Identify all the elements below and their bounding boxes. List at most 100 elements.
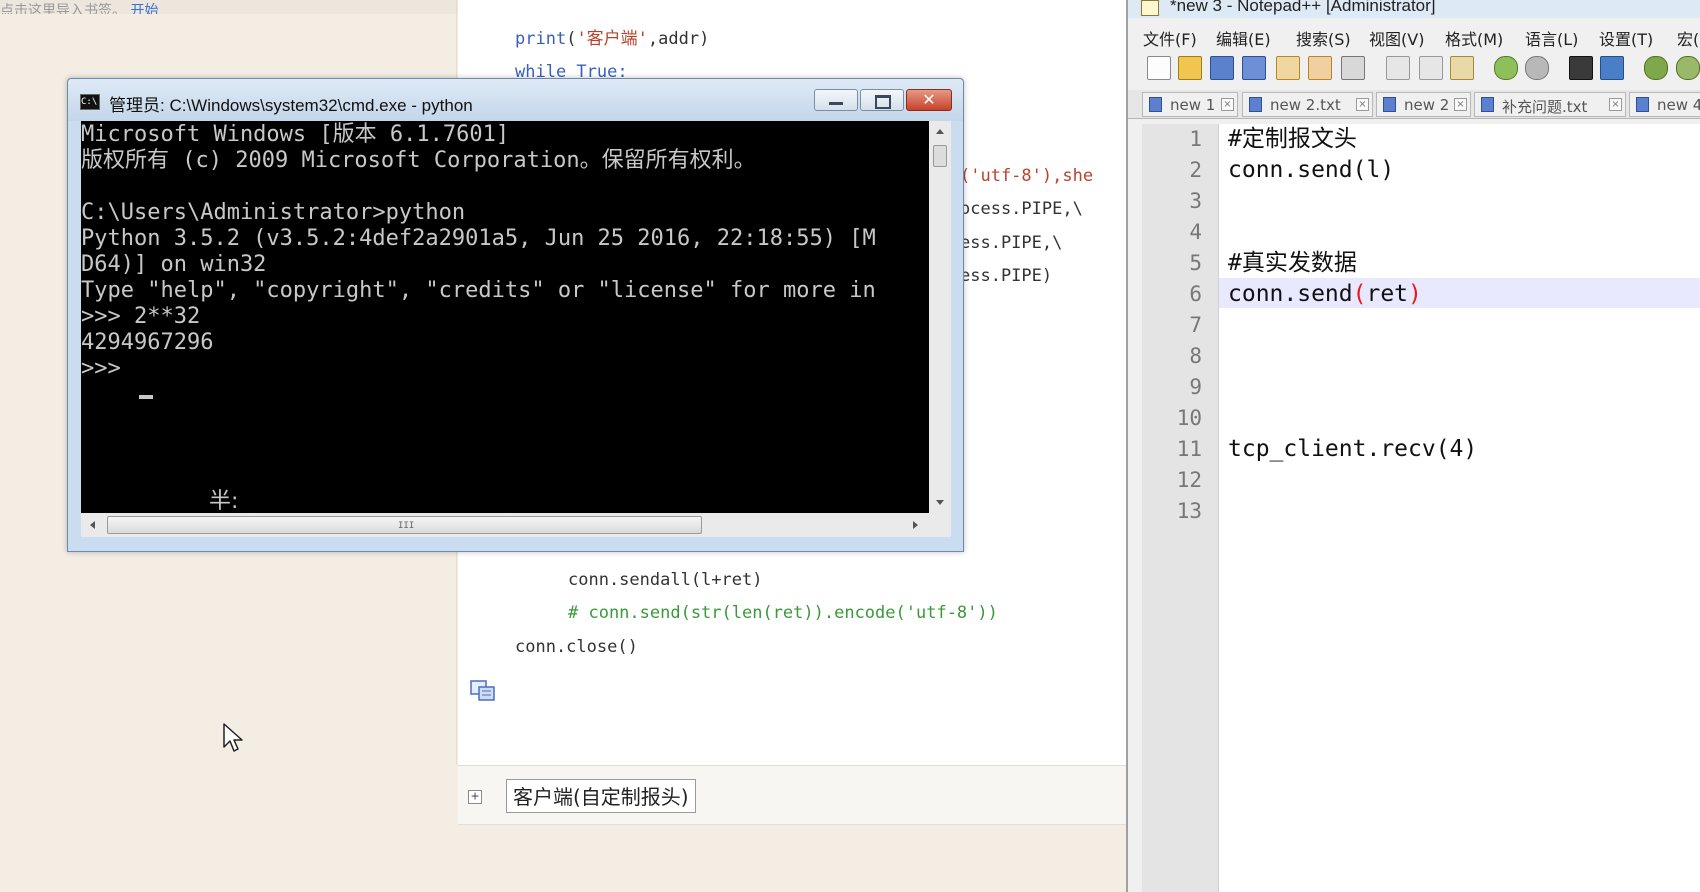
line-number: 11 bbox=[1176, 437, 1202, 461]
tab-new-1[interactable]: new 1 × bbox=[1142, 92, 1238, 117]
find-icon[interactable] bbox=[1569, 56, 1593, 80]
console-prompt-line[interactable]: >>> bbox=[81, 355, 134, 383]
save-icon[interactable] bbox=[1210, 56, 1234, 80]
line-number: 4 bbox=[1189, 220, 1202, 244]
line-number: 9 bbox=[1189, 375, 1202, 399]
tab-close-icon[interactable]: × bbox=[1221, 98, 1234, 111]
vertical-scroll-thumb[interactable] bbox=[933, 145, 947, 167]
minimize-icon bbox=[829, 102, 843, 105]
console-line: Microsoft Windows [版本 6.1.7601] bbox=[81, 122, 510, 147]
console-line: D64)] on win32 bbox=[81, 252, 267, 277]
tab-close-icon[interactable]: × bbox=[1609, 98, 1622, 111]
console-line: >>> 2**32 bbox=[81, 304, 201, 329]
vertical-scrollbar[interactable] bbox=[929, 121, 951, 513]
tab-bar: new 1 × new 2.txt × new 2 × 补充问题.txt × n… bbox=[1128, 90, 1700, 119]
code-partial-line: ess.PIPE) bbox=[960, 266, 1053, 286]
close-all-icon[interactable] bbox=[1308, 56, 1332, 80]
console-line: 4294967296 bbox=[81, 330, 214, 355]
mouse-pointer-icon bbox=[223, 723, 243, 752]
tab-label: new 1 bbox=[1170, 96, 1216, 114]
tab-close-icon[interactable]: × bbox=[1454, 98, 1467, 111]
bookmark-import-bar: 点击这里导入书签。 开始 bbox=[0, 0, 458, 14]
open-file-icon[interactable] bbox=[1178, 56, 1202, 80]
tab-label: 补充问题.txt bbox=[1502, 98, 1588, 116]
resize-grip[interactable] bbox=[929, 513, 951, 537]
tab-label: new 2 bbox=[1404, 96, 1450, 114]
redo-icon[interactable] bbox=[1525, 56, 1549, 80]
notepadpp-app-icon[interactable] bbox=[1141, 0, 1159, 16]
tab-new-2[interactable]: new 2 × bbox=[1376, 92, 1471, 117]
minimize-button[interactable] bbox=[814, 89, 858, 111]
menu-edit[interactable]: 编辑(E) bbox=[1216, 26, 1271, 50]
line-number: 10 bbox=[1176, 406, 1202, 430]
copy-code-icon[interactable] bbox=[470, 680, 496, 702]
print-icon[interactable] bbox=[1341, 56, 1365, 80]
npp-titlebar[interactable]: *new 3 - Notepad++ [Administrator] bbox=[1128, 0, 1700, 18]
menu-language[interactable]: 语言(L) bbox=[1525, 26, 1578, 50]
editor-line: tcp_client.recv(4) bbox=[1228, 436, 1478, 462]
code-line-comment: # conn.send(str(len(ret)).encode('utf-8'… bbox=[568, 603, 998, 623]
tab-new-2-txt[interactable]: new 2.txt × bbox=[1242, 92, 1373, 117]
scroll-left-arrow-icon[interactable] bbox=[90, 521, 95, 529]
horizontal-scrollbar[interactable]: III bbox=[81, 513, 929, 537]
menu-search[interactable]: 搜索(S) bbox=[1296, 26, 1351, 50]
console-output[interactable]: Microsoft Windows [版本 6.1.7601] 版权所有 (c)… bbox=[81, 121, 929, 513]
scroll-right-arrow-icon[interactable] bbox=[913, 521, 918, 529]
new-file-icon[interactable] bbox=[1147, 56, 1171, 80]
document-icon bbox=[1481, 97, 1494, 112]
cut-icon[interactable] bbox=[1386, 56, 1410, 80]
line-number: 1 bbox=[1189, 127, 1202, 151]
line-number: 6 bbox=[1189, 282, 1202, 306]
editor-line: #真实发数据 bbox=[1228, 250, 1357, 276]
copy-icon[interactable] bbox=[1419, 56, 1443, 80]
bookmark-start-link[interactable]: 开始 bbox=[130, 3, 158, 14]
cmd-app-icon[interactable]: C:\ bbox=[80, 94, 100, 110]
close-button[interactable]: ✕ bbox=[906, 89, 952, 111]
line-number-gutter: 1 2 3 4 5 6 7 8 9 10 11 12 13 bbox=[1142, 124, 1219, 892]
notepadpp-window: *new 3 - Notepad++ [Administrator] 文件(F)… bbox=[1126, 0, 1700, 892]
close-icon: ✕ bbox=[922, 90, 936, 109]
replace-icon[interactable] bbox=[1600, 56, 1624, 80]
editor-line: conn.send(l) bbox=[1228, 157, 1395, 183]
collapsed-block-row[interactable]: + 客户端(自定制报头) bbox=[458, 766, 1126, 825]
horizontal-scroll-thumb[interactable]: III bbox=[107, 516, 702, 534]
scroll-down-arrow-icon[interactable] bbox=[936, 500, 944, 505]
scroll-grip-icon: III bbox=[398, 521, 415, 531]
console-line: C:\Users\Administrator>python bbox=[81, 200, 466, 225]
code-line-close: conn.close() bbox=[515, 637, 638, 657]
cmd-titlebar[interactable]: C:\ 管理员: C:\Windows\system32\cmd.exe - p… bbox=[68, 79, 963, 121]
tab-close-icon[interactable]: × bbox=[1356, 98, 1369, 111]
document-icon bbox=[1636, 97, 1649, 112]
expand-icon[interactable]: + bbox=[468, 790, 482, 804]
code-partial-line: ('utf-8'),she bbox=[960, 166, 1094, 186]
zoom-in-icon[interactable] bbox=[1644, 56, 1668, 80]
console-line: Python 3.5.2 (v3.5.2:4def2a2901a5, Jun 2… bbox=[81, 226, 876, 251]
paste-icon[interactable] bbox=[1450, 56, 1474, 80]
line-number: 8 bbox=[1189, 344, 1202, 368]
npp-window-title: *new 3 - Notepad++ [Administrator] bbox=[1170, 0, 1436, 15]
close-icon[interactable] bbox=[1276, 56, 1300, 80]
menu-file[interactable]: 文件(F) bbox=[1143, 26, 1197, 50]
cmd-window[interactable]: C:\ 管理员: C:\Windows\system32\cmd.exe - p… bbox=[67, 78, 964, 552]
text-editor[interactable]: #定制报文头 conn.send(l) #真实发数据 conn.send(ret… bbox=[1219, 124, 1700, 892]
save-all-icon[interactable] bbox=[1242, 56, 1266, 80]
zoom-out-icon[interactable] bbox=[1676, 56, 1700, 80]
menu-macro[interactable]: 宏( bbox=[1677, 26, 1699, 50]
tab-supplement-questions[interactable]: 补充问题.txt × bbox=[1474, 92, 1626, 117]
line-number: 2 bbox=[1189, 158, 1202, 182]
menu-settings[interactable]: 设置(T) bbox=[1599, 26, 1653, 50]
console-line: Type "help", "copyright", "credits" or "… bbox=[81, 278, 876, 303]
scroll-up-arrow-icon[interactable] bbox=[936, 129, 944, 134]
code-line-print: print('客户端',addr) bbox=[515, 29, 710, 49]
maximize-button[interactable] bbox=[860, 89, 904, 111]
code-line-sendall: conn.sendall(l+ret) bbox=[568, 570, 763, 590]
menu-view[interactable]: 视图(V) bbox=[1369, 26, 1424, 50]
menu-format[interactable]: 格式(M) bbox=[1445, 26, 1503, 50]
block-title-box[interactable]: 客户端(自定制报头) bbox=[506, 779, 696, 813]
tab-new-4[interactable]: new 4 bbox=[1629, 92, 1700, 117]
line-number: 12 bbox=[1176, 468, 1202, 492]
undo-icon[interactable] bbox=[1494, 56, 1518, 80]
toolbar bbox=[1128, 52, 1700, 84]
line-number: 5 bbox=[1189, 251, 1202, 275]
cmd-window-title: 管理员: C:\Windows\system32\cmd.exe - pytho… bbox=[109, 96, 473, 115]
